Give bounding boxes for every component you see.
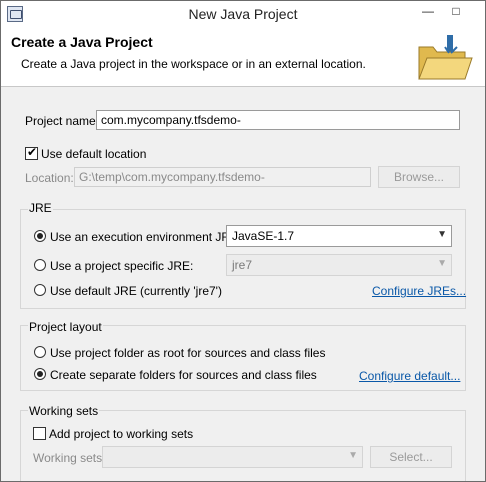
window-title: New Java Project bbox=[188, 6, 298, 22]
use-default-location-label: Use default location bbox=[41, 147, 147, 161]
banner-description: Create a Java project in the workspace o… bbox=[21, 57, 366, 71]
project-name-label: Project name: bbox=[25, 114, 100, 128]
banner-title: Create a Java Project bbox=[11, 34, 153, 50]
default-jre-radio[interactable] bbox=[34, 284, 46, 296]
execution-environment-value: JavaSE-1.7 bbox=[232, 229, 295, 243]
project-specific-jre-radio[interactable] bbox=[34, 259, 46, 271]
maximize-button[interactable]: □ bbox=[443, 1, 469, 21]
configure-jres-link[interactable]: Configure JREs... bbox=[372, 284, 466, 298]
execution-environment-jre-radio[interactable] bbox=[34, 230, 46, 242]
project-specific-jre-value: jre7 bbox=[232, 258, 253, 272]
project-layout-group-title: Project layout bbox=[28, 320, 103, 334]
location-input[interactable]: G:\temp\com.mycompany.tfsdemo- bbox=[74, 167, 371, 187]
chevron-down-icon: ▼ bbox=[437, 229, 447, 240]
working-sets-label: Working sets: bbox=[33, 451, 106, 465]
chevron-down-icon: ▼ bbox=[437, 258, 447, 269]
use-default-location-checkbox[interactable] bbox=[25, 145, 38, 160]
minimize-button[interactable]: — bbox=[415, 1, 441, 21]
wizard-banner: Create a Java Project Create a Java proj… bbox=[1, 27, 485, 87]
project-folder-root-label: Use project folder as root for sources a… bbox=[50, 346, 326, 360]
chevron-down-icon: ▼ bbox=[348, 450, 358, 461]
project-name-input[interactable]: com.mycompany.tfsdemo- bbox=[96, 110, 460, 130]
select-working-sets-button[interactable]: Select... bbox=[370, 446, 452, 468]
new-java-project-dialog: New Java Project — □ Create a Java Proje… bbox=[0, 0, 486, 482]
execution-environment-select[interactable]: JavaSE-1.7 ▼ bbox=[226, 225, 452, 247]
execution-environment-jre-label: Use an execution environment JRE: bbox=[50, 230, 242, 244]
separate-folders-radio[interactable] bbox=[34, 368, 46, 380]
separate-folders-label: Create separate folders for sources and … bbox=[50, 368, 317, 382]
browse-button[interactable]: Browse... bbox=[378, 166, 460, 188]
working-sets-select[interactable]: ▼ bbox=[102, 446, 363, 468]
jre-group-title: JRE bbox=[28, 201, 53, 215]
default-jre-label: Use default JRE (currently 'jre7') bbox=[50, 284, 222, 298]
configure-default-link[interactable]: Configure default... bbox=[359, 369, 460, 383]
folder-icon bbox=[418, 35, 473, 80]
add-to-working-sets-label: Add project to working sets bbox=[49, 427, 194, 441]
add-to-working-sets-checkbox[interactable] bbox=[33, 427, 46, 440]
location-label: Location: bbox=[25, 171, 74, 185]
project-specific-jre-label: Use a project specific JRE: bbox=[50, 259, 194, 273]
working-sets-group-title: Working sets bbox=[28, 404, 100, 418]
project-folder-root-radio[interactable] bbox=[34, 346, 46, 358]
title-bar: New Java Project — □ bbox=[1, 1, 485, 27]
project-specific-jre-select[interactable]: jre7 ▼ bbox=[226, 254, 452, 276]
